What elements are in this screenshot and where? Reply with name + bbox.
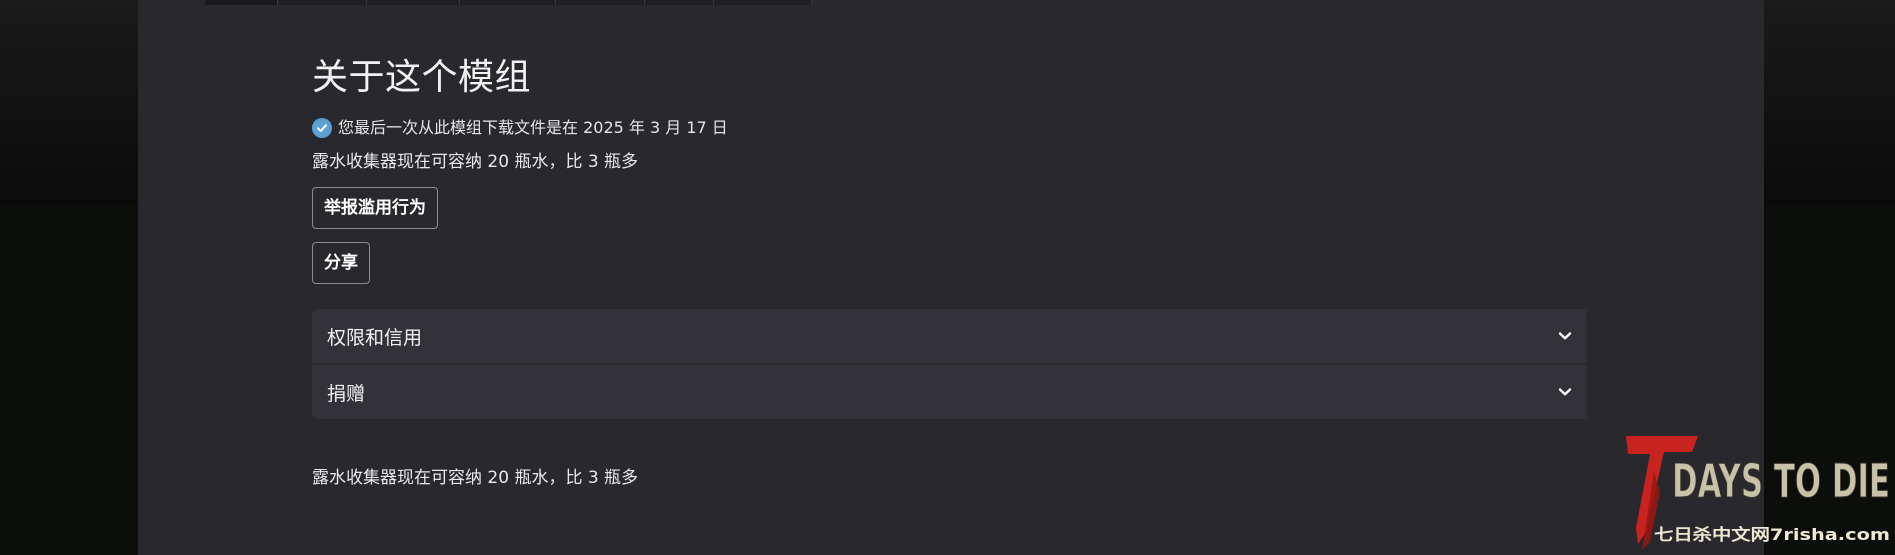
tab[interactable] xyxy=(556,0,645,5)
svg-text:DAYS TO DIE: DAYS TO DIE xyxy=(1672,454,1890,508)
tab[interactable] xyxy=(367,0,460,5)
tab[interactable] xyxy=(278,0,367,5)
report-row: 举报滥用行为 xyxy=(312,173,1587,229)
chevron-down-icon[interactable] xyxy=(1558,385,1572,399)
share-button[interactable]: 分享 xyxy=(312,242,370,284)
chevron-down-icon[interactable] xyxy=(1558,329,1572,343)
mod-description: 露水收集器现在可容纳 20 瓶水，比 3 瓶多 xyxy=(312,468,639,488)
report-abuse-button[interactable]: 举报滥用行为 xyxy=(312,187,438,229)
download-note-text: 您最后一次从此模组下载文件是在 2025 年 3 月 17 日 xyxy=(338,118,728,137)
tab[interactable] xyxy=(645,0,714,5)
accordion-donations[interactable]: 捐赠 xyxy=(312,363,1587,419)
accordion-label: 捐赠 xyxy=(327,382,366,405)
accordion-permissions-credits[interactable]: 权限和信用 xyxy=(312,309,1587,363)
tab[interactable] xyxy=(714,0,812,5)
tab[interactable] xyxy=(460,0,556,5)
mod-summary: 露水收集器现在可容纳 20 瓶水，比 3 瓶多 xyxy=(312,152,639,172)
accordion-label: 权限和信用 xyxy=(327,326,423,349)
accordion: 权限和信用 捐赠 xyxy=(312,309,1587,419)
tab-strip xyxy=(205,0,812,5)
mod-page-panel: 关于这个模组 您最后一次从此模组下载文件是在 2025 年 3 月 17 日 露… xyxy=(138,0,1764,555)
site-watermark-logo: DAYS TO DIE 七日杀中文网7risha.com xyxy=(1626,436,1891,550)
section-title: 关于这个模组 xyxy=(312,57,532,98)
svg-text:七日杀中文网7risha.com: 七日杀中文网7risha.com xyxy=(1654,525,1890,544)
share-row: 分享 xyxy=(312,229,1587,284)
download-status: 您最后一次从此模组下载文件是在 2025 年 3 月 17 日 xyxy=(312,118,1587,138)
tab[interactable] xyxy=(205,0,278,5)
check-circle-icon xyxy=(312,118,332,138)
page: 关于这个模组 您最后一次从此模组下载文件是在 2025 年 3 月 17 日 露… xyxy=(0,0,1895,555)
about-section: 关于这个模组 您最后一次从此模组下载文件是在 2025 年 3 月 17 日 露… xyxy=(312,54,1587,489)
